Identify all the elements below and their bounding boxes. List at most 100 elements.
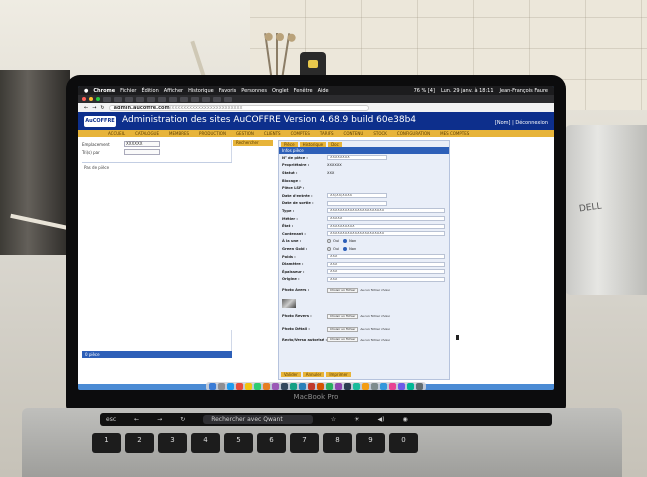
filter-row: Emplacement XXXXXX: [82, 140, 231, 148]
touchbar-star-icon[interactable]: ☆: [331, 416, 336, 423]
touchbar-volume-icon[interactable]: ◀): [377, 416, 384, 423]
menu-aide[interactable]: Aide: [318, 88, 329, 94]
choose-file-button[interactable]: Choisir un fichier: [327, 313, 359, 319]
photo-thumbnail[interactable]: [282, 298, 296, 308]
epaisseur-input[interactable]: XXX: [327, 269, 445, 275]
key[interactable]: 3: [158, 433, 187, 453]
menu-personnes[interactable]: Personnes: [241, 88, 267, 94]
imprimer-button[interactable]: Imprimer: [326, 372, 351, 377]
browser-tab[interactable]: [158, 96, 166, 102]
browser-tab[interactable]: [103, 96, 111, 102]
close-window-icon[interactable]: [82, 97, 86, 101]
field-etat: État : XXXXXXXXXX: [279, 222, 449, 230]
zoom-window-icon[interactable]: [96, 97, 100, 101]
browser-tab[interactable]: [224, 96, 232, 102]
nav-contenu[interactable]: CONTENU: [344, 131, 364, 136]
results-list[interactable]: Pas de pièce: [82, 162, 232, 330]
valider-button[interactable]: Valider: [281, 372, 301, 377]
menubar-app[interactable]: Chrome: [93, 88, 115, 94]
menu-historique[interactable]: Historique: [188, 88, 214, 94]
key[interactable]: 8: [323, 433, 352, 453]
search-button[interactable]: Rechercher: [233, 140, 273, 146]
key[interactable]: 7: [290, 433, 319, 453]
minimize-window-icon[interactable]: [89, 97, 93, 101]
key[interactable]: 5: [224, 433, 253, 453]
user-name[interactable]: Jean-François Faure: [500, 88, 548, 94]
nav-catalogue[interactable]: CATALOGUE: [135, 131, 159, 136]
filter-input[interactable]: [124, 149, 160, 155]
touchbar-esc[interactable]: esc: [106, 416, 116, 423]
field-value[interactable]: [327, 200, 387, 206]
menu-onglet[interactable]: Onglet: [272, 88, 289, 94]
tab-doc[interactable]: Doc: [328, 142, 342, 147]
menu-afficher[interactable]: Afficher: [164, 88, 183, 94]
reload-icon[interactable]: ↻: [100, 105, 104, 111]
type-select[interactable]: XXXXXXXXXXXXXXXXXXXXXX: [327, 208, 445, 214]
back-icon[interactable]: ←: [84, 105, 88, 111]
touchbar-reload-icon[interactable]: ↻: [180, 416, 185, 423]
touchbar-siri-icon[interactable]: ◉: [402, 416, 407, 423]
key[interactable]: 0: [389, 433, 418, 453]
second-laptop: DELL: [565, 125, 647, 295]
nav-tarifs[interactable]: TARIFS: [320, 131, 334, 136]
key[interactable]: 9: [356, 433, 385, 453]
annuler-button[interactable]: Annuler: [302, 372, 325, 377]
apple-icon[interactable]: ●: [84, 88, 88, 94]
browser-tab[interactable]: [147, 96, 155, 102]
choose-file-button[interactable]: Choisir un fichier: [327, 326, 359, 332]
radio-oui-label: Oui: [333, 246, 340, 251]
touchbar-brightness-icon[interactable]: ☀: [354, 416, 359, 423]
nav-comptes[interactable]: COMPTES: [291, 131, 310, 136]
radio-oui[interactable]: [327, 246, 331, 251]
etat-select[interactable]: XXXXXXXXXX: [327, 223, 445, 229]
browser-tab[interactable]: [114, 96, 122, 102]
menu-fenetre[interactable]: Fenêtre: [294, 88, 313, 94]
browser-tab[interactable]: [213, 96, 221, 102]
key[interactable]: 1: [92, 433, 121, 453]
contenant-select[interactable]: XXXXXXXXXXXXXXXXXXXXXX: [327, 231, 445, 237]
menu-fichier[interactable]: Fichier: [120, 88, 136, 94]
nav-mes-comptes[interactable]: MES COMPTES: [440, 131, 469, 136]
key[interactable]: 6: [257, 433, 286, 453]
nav-membres[interactable]: MEMBRES: [169, 131, 189, 136]
browser-tab[interactable]: [169, 96, 177, 102]
radio-non[interactable]: [343, 239, 348, 244]
battery-status[interactable]: 76 % [4]: [414, 88, 435, 94]
menu-favoris[interactable]: Favoris: [219, 88, 237, 94]
nav-gestion[interactable]: GESTION: [236, 131, 254, 136]
browser-tab[interactable]: [202, 96, 210, 102]
field-label: Statut :: [282, 170, 298, 175]
nav-stock[interactable]: STOCK: [373, 131, 387, 136]
radio-non[interactable]: [343, 246, 348, 251]
nav-production[interactable]: PRODUCTION: [199, 131, 226, 136]
field-blocage: Blocage :: [279, 177, 449, 185]
key[interactable]: 4: [191, 433, 220, 453]
browser-tab[interactable]: [136, 96, 144, 102]
nav-clients[interactable]: CLIENTS: [264, 131, 281, 136]
browser-tab[interactable]: [125, 96, 133, 102]
clock[interactable]: Lun. 29 janv. à 18:11: [441, 88, 494, 94]
poids-input[interactable]: XXX: [327, 254, 445, 260]
menu-edition[interactable]: Édition: [141, 88, 158, 94]
radio-oui[interactable]: [327, 239, 331, 244]
browser-tab[interactable]: [191, 96, 199, 102]
diametre-input[interactable]: XXX: [327, 261, 445, 267]
filter-input[interactable]: XXXXXX: [124, 141, 160, 147]
aucoffre-logo[interactable]: AuCOFFRE: [84, 116, 116, 127]
forward-icon[interactable]: →: [92, 105, 96, 111]
nav-accueil[interactable]: ACCUEIL: [108, 131, 125, 136]
touchbar-back-icon[interactable]: ←: [134, 416, 139, 423]
address-bar[interactable]: admin.aucoffre.com/xxxxxxxxxxxxxxxxxxxxx…: [108, 104, 369, 111]
touchbar-search[interactable]: Rechercher avec Qwant: [203, 415, 313, 424]
choose-file-button[interactable]: Choisir un fichier: [327, 337, 359, 343]
browser-tab[interactable]: [180, 96, 188, 102]
field-value[interactable]: XX/XX/XXXX: [327, 193, 387, 199]
touchbar-forward-icon[interactable]: →: [157, 416, 162, 423]
user-links[interactable]: [Nom] | Déconnexion: [495, 120, 548, 126]
nav-configuration[interactable]: CONFIGURATION: [397, 131, 430, 136]
choose-file-button[interactable]: Choisir un fichier: [327, 287, 359, 293]
field-value[interactable]: XXXXXXXX: [327, 155, 387, 161]
key[interactable]: 2: [125, 433, 154, 453]
metier-select[interactable]: XXXXX: [327, 216, 445, 222]
origine-select[interactable]: XXX: [327, 276, 445, 282]
